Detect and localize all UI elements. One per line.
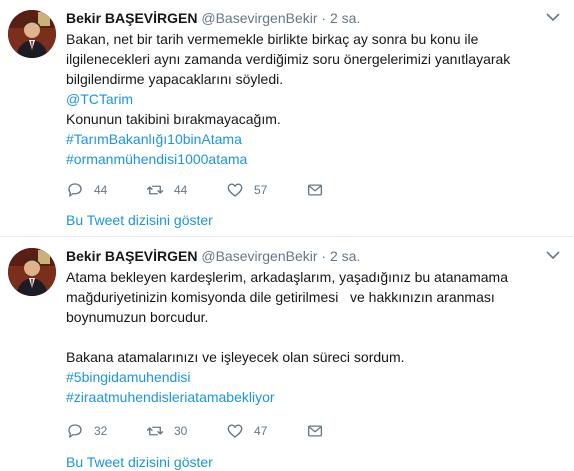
reply-button[interactable]: 44 xyxy=(66,180,107,200)
tweet-line-empty xyxy=(66,327,566,347)
author-name[interactable]: Bekir BAŞEVİRGEN xyxy=(66,10,197,26)
show-thread-link[interactable]: Bu Tweet dizisini göster xyxy=(66,212,213,228)
timestamp[interactable]: 2 sa. xyxy=(330,10,360,26)
show-thread-link[interactable]: Bu Tweet dizisini göster xyxy=(66,454,213,470)
tweet-text: Bakan, net bir tarih vermemekle birlikte… xyxy=(66,29,566,169)
retweet-button[interactable]: 44 xyxy=(146,180,187,200)
retweet-count: 44 xyxy=(174,183,188,197)
tweet-text: Atama bekleyen kardeşlerim, arkadaşlarım… xyxy=(66,267,566,407)
heart-icon xyxy=(227,183,243,197)
tweet-feed: Bekir BAŞEVİRGEN @BasevirgenBekir · 2 sa… xyxy=(0,0,574,471)
reply-icon xyxy=(68,183,82,197)
tweet-line: Atama bekleyen kardeşlerim, arkadaşlarım… xyxy=(66,269,508,285)
tweet-header: Bekir BAŞEVİRGEN @BasevirgenBekir · 2 sa… xyxy=(66,8,544,28)
hashtag-link[interactable]: #5bingidamuhendisi xyxy=(66,367,566,387)
like-button[interactable]: 57 xyxy=(226,180,267,200)
chevron-down-icon[interactable] xyxy=(546,12,560,22)
direct-message-button[interactable] xyxy=(306,180,324,200)
like-count: 47 xyxy=(254,424,268,438)
hashtag-link[interactable]: #ormanmühendisi1000atama xyxy=(66,149,566,169)
tweet-line: Bakana atamalarınızı ve işleyecek olan s… xyxy=(66,349,405,365)
avatar-image xyxy=(8,10,56,58)
tweet[interactable]: Bekir BAŞEVİRGEN @BasevirgenBekir · 2 sa… xyxy=(0,0,574,237)
reply-button[interactable]: 32 xyxy=(66,421,107,441)
reply-count: 32 xyxy=(94,424,108,438)
like-count: 57 xyxy=(254,183,268,197)
tweet-line: Bakan, net bir tarih vermemekle birlikte… xyxy=(66,31,479,47)
timestamp[interactable]: 2 sa. xyxy=(330,248,360,264)
author-handle[interactable]: @BasevirgenBekir xyxy=(201,10,317,26)
tweet-line: bilgilendirme yapacaklarını söyledi. xyxy=(66,71,284,87)
chevron-down-icon[interactable] xyxy=(546,250,560,260)
envelope-icon xyxy=(307,184,323,196)
author-name[interactable]: Bekir BAŞEVİRGEN xyxy=(66,248,197,264)
tweet-header: Bekir BAŞEVİRGEN @BasevirgenBekir · 2 sa… xyxy=(66,246,544,266)
tweet-line: ilgilenecekleri aynı zamanda verdiğimiz … xyxy=(66,51,511,67)
avatar[interactable] xyxy=(8,248,56,296)
heart-icon xyxy=(227,424,243,438)
direct-message-button[interactable] xyxy=(306,421,324,441)
tweet-line: Konunun takibini bırakmayacağım. xyxy=(66,111,281,127)
tweet-line: mağduriyetinizin komisyonda dile getiril… xyxy=(66,289,495,305)
like-button[interactable]: 47 xyxy=(226,421,267,441)
retweet-icon xyxy=(146,426,164,436)
reply-count: 44 xyxy=(94,183,108,197)
tweet-line: boynumuzun borcudur. xyxy=(66,309,209,325)
avatar-image xyxy=(8,248,56,296)
retweet-icon xyxy=(146,185,164,195)
separator: · xyxy=(321,248,327,264)
reply-icon xyxy=(68,424,82,438)
hashtag-link[interactable]: #ziraatmuhendisleriatamabekliyor xyxy=(66,387,566,407)
retweet-button[interactable]: 30 xyxy=(146,421,187,441)
tweet[interactable]: Bekir BAŞEVİRGEN @BasevirgenBekir · 2 sa… xyxy=(0,237,574,471)
hashtag-link[interactable]: #TarımBakanlığı10binAtama xyxy=(66,129,566,149)
author-handle[interactable]: @BasevirgenBekir xyxy=(201,248,317,264)
retweet-count: 30 xyxy=(174,424,188,438)
envelope-icon xyxy=(307,425,323,437)
separator: · xyxy=(321,10,327,26)
mention-link[interactable]: @TCTarim xyxy=(66,89,566,109)
avatar[interactable] xyxy=(8,10,56,58)
